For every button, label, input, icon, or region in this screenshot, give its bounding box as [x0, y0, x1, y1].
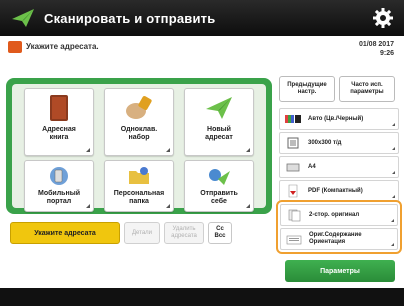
send-to-myself-icon [209, 169, 230, 185]
info-bar: Укажите адресата. 01/08 2017 9:26 [0, 36, 404, 66]
tile-label: Адресная книга [42, 126, 76, 141]
mobile-portal-button[interactable]: Мобильный портал [24, 160, 94, 212]
datetime: 01/08 2017 9:26 [359, 40, 394, 58]
tile-label: Мобильный портал [38, 190, 80, 205]
bottom-bar [0, 288, 404, 306]
orientation-setting[interactable]: Ориг.Содержание Ориентация [280, 228, 398, 250]
color-mode-icon [285, 115, 301, 123]
tile-label: Новый адресат [205, 126, 233, 141]
personal-folder-button[interactable]: Персональная папка [104, 160, 174, 212]
address-book-icon [50, 95, 68, 121]
options-button[interactable]: Параметры [285, 260, 395, 282]
settings-list: Авто (Цв./Черный) 300x300 т/д A4 PDF (Ко… [279, 108, 399, 204]
cc-bcc-button[interactable]: Cc Bcc [208, 222, 232, 244]
settings-shortcuts: Предыдущие настр. Часто исп. параметры [279, 76, 395, 102]
scan-send-icon [12, 9, 34, 27]
address-book-button[interactable]: Адресная книга [24, 88, 94, 156]
setting-value: A4 [308, 164, 316, 170]
delete-destination-button[interactable]: Удалить адресата [164, 222, 204, 244]
resolution-setting[interactable]: 300x300 т/д [279, 132, 399, 154]
orientation-icon [286, 235, 302, 245]
setting-value: PDF (Компактный) [308, 188, 363, 194]
resolution-icon [287, 137, 299, 149]
color-mode-setting[interactable]: Авто (Цв./Черный) [279, 108, 399, 130]
frequent-settings-button[interactable]: Часто исп. параметры [339, 76, 395, 102]
scan-size-setting[interactable]: A4 [279, 156, 399, 178]
new-destination-button[interactable]: Новый адресат [184, 88, 254, 156]
two-sided-original-setting[interactable]: 2-стор. оригинал [280, 204, 398, 226]
destination-actions: Укажите адресата Детали Удалить адресата… [10, 222, 232, 244]
tile-label: Персональная папка [113, 190, 165, 205]
setting-value: 300x300 т/д [308, 140, 342, 146]
date-text: 01/08 2017 [358, 41, 394, 48]
screen-title: Сканировать и отправить [44, 10, 216, 26]
send-to-myself-button[interactable]: Отправить себе [184, 160, 254, 212]
details-button[interactable]: Детали [124, 222, 160, 244]
setting-value: 2-стор. оригинал [309, 211, 360, 218]
one-touch-icon [126, 96, 152, 119]
destination-status-icon [8, 41, 22, 53]
file-format-setting[interactable]: PDF (Компактный) [279, 180, 399, 202]
title-bar: Сканировать и отправить [0, 0, 404, 36]
previous-settings-button[interactable]: Предыдущие настр. [279, 76, 335, 102]
tile-label: Одноклав. набор [120, 126, 158, 141]
one-touch-button[interactable]: Одноклав. набор [104, 88, 174, 156]
specify-destination-button[interactable]: Укажите адресата [10, 222, 120, 244]
scan-size-icon [286, 163, 300, 172]
gear-icon[interactable] [372, 7, 394, 29]
mobile-portal-icon [50, 167, 68, 185]
status-message: Укажите адресата. [26, 42, 99, 51]
personal-folder-icon [129, 167, 149, 184]
two-sided-icon [288, 209, 301, 222]
setting-value: Авто (Цв./Черный) [308, 116, 364, 122]
tile-label: Отправить себе [200, 190, 238, 205]
setting-value: Ориг.Содержание Ориентация [309, 232, 362, 245]
time-text: 9:26 [379, 50, 394, 57]
destination-panel: Адресная книга Одноклав. набор Новый адр… [6, 78, 272, 214]
pdf-icon [288, 184, 298, 198]
new-destination-icon [206, 97, 232, 119]
